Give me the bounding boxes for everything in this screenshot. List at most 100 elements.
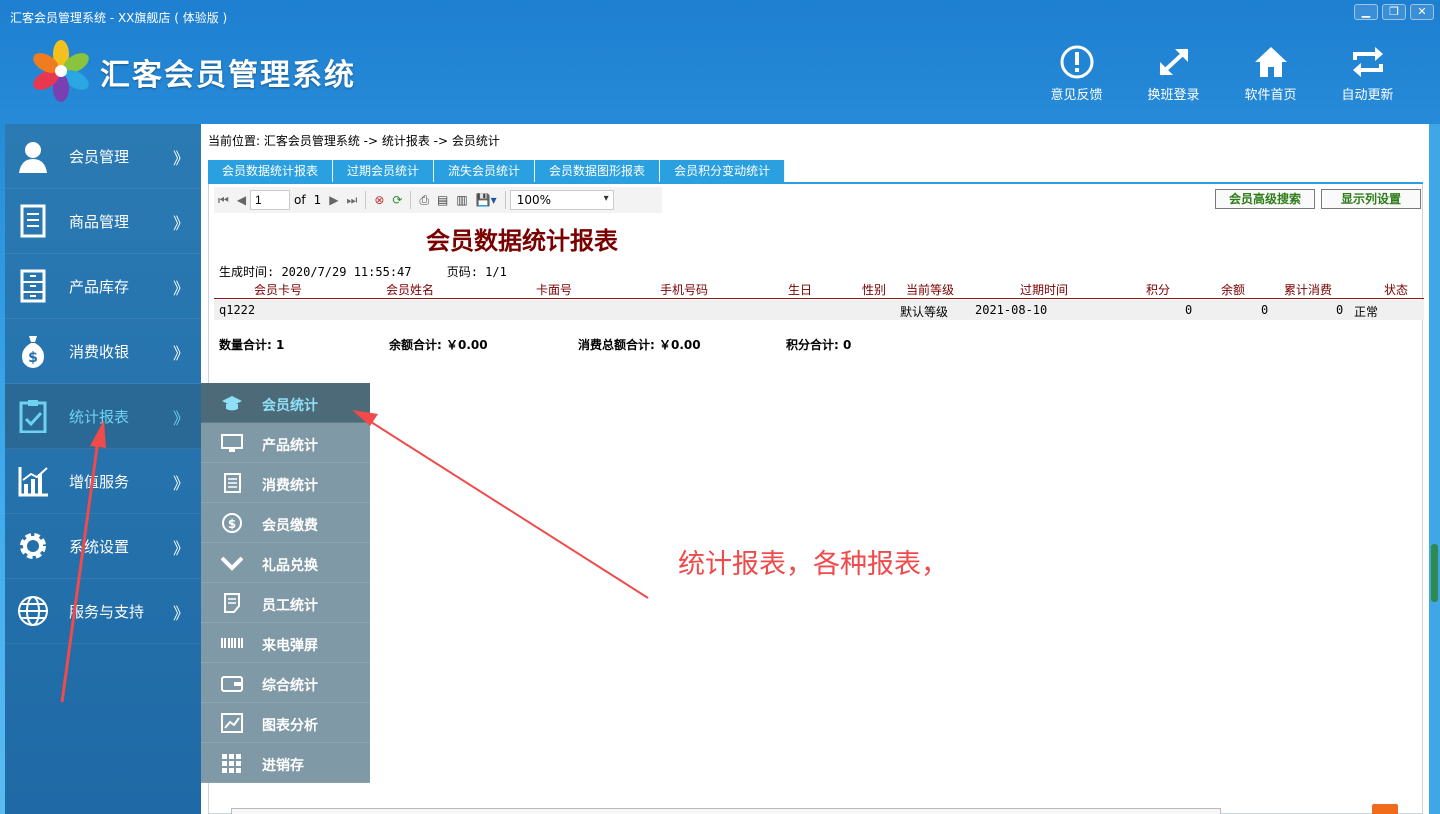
svg-text:$: $ — [28, 350, 38, 366]
home-label: 软件首页 — [1244, 88, 1297, 103]
total-points: 积分合计: 0 — [786, 338, 852, 352]
feedback-label: 意见反馈 — [1050, 88, 1103, 103]
page-setup-icon[interactable]: ▥ — [452, 193, 471, 207]
shift-login-button[interactable]: 换班登录 — [1125, 44, 1222, 103]
submenu-item-comprehensive-stats[interactable]: 综合统计 — [201, 663, 370, 703]
sidebar-item-reports[interactable]: 统计报表 》 — [5, 384, 201, 449]
user-icon — [19, 142, 47, 173]
chevron-right-icon: 》 — [172, 279, 189, 298]
sidebar-item-label: 消费收银 — [69, 343, 130, 361]
main-content: 当前位置: 汇客会员管理系统 -> 统计报表 -> 会员统计 会员数据统计报表 … — [201, 124, 1429, 814]
feedback-button[interactable]: 意见反馈 — [1028, 44, 1125, 103]
sidebar-item-member[interactable]: 会员管理 》 — [5, 124, 201, 189]
sidebar-item-support[interactable]: 服务与支持 》 — [5, 579, 201, 644]
stop-icon[interactable]: ⊗ — [370, 193, 388, 207]
submenu-item-gift-exchange[interactable]: 礼品兑换 — [201, 543, 370, 583]
note-icon — [224, 593, 240, 613]
col-total-consumption: 累计消费 — [1284, 283, 1333, 297]
sidebar-item-cashier[interactable]: $ 消费收银 》 — [5, 319, 201, 384]
cell-balance: 0 — [1261, 303, 1269, 317]
close-button[interactable]: ✕ — [1410, 4, 1434, 20]
tab-points-change[interactable]: 会员积分变动统计 — [660, 160, 786, 182]
minimize-button[interactable]: ▁ — [1354, 4, 1378, 20]
tab-lost-members[interactable]: 流失会员统计 — [434, 160, 536, 182]
col-birthday: 生日 — [788, 283, 813, 297]
submenu-item-label: 消费统计 — [262, 478, 318, 494]
page-number-input[interactable] — [250, 190, 291, 210]
grid-icon — [222, 754, 241, 773]
vertical-scrollbar[interactable] — [1429, 124, 1440, 814]
auto-update-label: 自动更新 — [1341, 88, 1394, 103]
refresh-icon — [1352, 47, 1383, 77]
cell-level: 默认等级 — [900, 305, 949, 319]
window-title-bar: 汇客会员管理系统 - XX旗舰店 ( 体验版 ) ▁ ❐ ✕ — [0, 0, 1440, 34]
horizontal-scrollbar[interactable] — [231, 808, 1221, 814]
chart-growth-icon — [18, 467, 48, 497]
prev-page-icon[interactable]: ◀ — [233, 193, 250, 207]
check-chevron-icon — [221, 556, 243, 571]
of-label: of — [294, 193, 306, 207]
submenu-item-label: 会员统计 — [262, 398, 318, 414]
chevron-right-icon: 》 — [172, 409, 189, 428]
cell-status: 正常 — [1354, 305, 1379, 319]
globe-icon — [18, 596, 48, 626]
app-title: 汇客会员管理系统 — [100, 58, 356, 93]
flower-logo-icon — [33, 40, 89, 102]
total-count: 数量合计: 1 — [219, 338, 285, 352]
save-export-icon[interactable]: 💾▾ — [472, 193, 501, 207]
report-toolbar: ⏮ ◀ of 1 ▶ ⏭ ⊗ ⟳ ⎙ ▤ ▥ 💾▾ 100% — [214, 187, 662, 213]
col-phone: 手机号码 — [660, 283, 709, 297]
next-page-icon[interactable]: ▶ — [325, 193, 342, 207]
auto-update-button[interactable]: 自动更新 — [1319, 44, 1416, 103]
total-balance: 余额合计: ￥0.00 — [389, 338, 488, 352]
chevron-right-icon: 》 — [172, 214, 189, 233]
column-settings-button[interactable]: 显示列设置 — [1321, 189, 1421, 209]
refresh-icon[interactable]: ⟳ — [388, 193, 406, 207]
submenu-item-label: 产品统计 — [262, 438, 318, 454]
sidebar-item-settings[interactable]: 系统设置 》 — [5, 514, 201, 579]
line-chart-icon — [221, 713, 243, 733]
last-page-icon[interactable]: ⏭ — [343, 193, 362, 208]
first-page-icon[interactable]: ⏮ — [214, 193, 233, 208]
submenu-item-caller-popup[interactable]: 来电弹屏 — [201, 623, 370, 663]
gear-icon — [20, 533, 46, 559]
sidebar-item-value-added[interactable]: 增值服务 》 — [5, 449, 201, 514]
print-icon[interactable]: ⎙ — [415, 193, 433, 208]
tab-member-graph-report[interactable]: 会员数据图形报表 — [535, 160, 661, 182]
sidebar-item-label: 产品库存 — [69, 278, 130, 296]
col-level: 当前等级 — [906, 283, 955, 297]
zoom-select[interactable]: 100% — [509, 190, 614, 210]
barcode-icon — [221, 638, 243, 648]
cabinet-icon — [20, 269, 46, 303]
graduation-cap-icon — [222, 396, 242, 411]
submenu-item-inventory[interactable]: 进销存 — [201, 743, 370, 783]
sidebar-item-inventory[interactable]: 产品库存 》 — [5, 254, 201, 319]
submenu-item-product-stats[interactable]: 产品统计 — [201, 423, 370, 463]
toolbar-divider — [504, 191, 506, 209]
advanced-search-button[interactable]: 会员高级搜索 — [1215, 189, 1315, 209]
swap-arrows-icon — [1159, 48, 1188, 76]
money-bag-icon: $ — [22, 336, 44, 368]
toolbar-divider — [410, 191, 412, 209]
submenu-item-consumption-stats[interactable]: 消费统计 — [201, 463, 370, 503]
submenu-item-chart-analysis[interactable]: 图表分析 — [201, 703, 370, 743]
submenu-item-label: 进销存 — [262, 758, 304, 774]
sidebar-item-goods[interactable]: 商品管理 》 — [5, 189, 201, 254]
scrollbar-thumb[interactable] — [1431, 544, 1438, 602]
sidebar-item-label: 商品管理 — [69, 213, 130, 231]
page-layout-icon[interactable]: ▤ — [433, 193, 452, 207]
submenu-item-member-stats[interactable]: 会员统计 — [201, 383, 370, 423]
table-row[interactable]: q1222 默认等级 2021-08-10 0 0 0 正常 — [214, 300, 1424, 320]
home-button[interactable]: 软件首页 — [1222, 44, 1319, 103]
corner-logo-icon — [1372, 804, 1398, 814]
page-indicator: 页码: 1/1 — [446, 265, 507, 279]
submenu-item-label: 会员缴费 — [262, 518, 318, 534]
report-tabs: 会员数据统计报表 过期会员统计 流失会员统计 会员数据图形报表 会员积分变动统计 — [208, 160, 786, 182]
tab-expired-members[interactable]: 过期会员统计 — [333, 160, 435, 182]
generated-time: 生成时间: 2020/7/29 11:55:47 — [219, 265, 412, 279]
submenu-item-member-payment[interactable]: $ 会员缴费 — [201, 503, 370, 543]
submenu-item-label: 来电弹屏 — [262, 638, 318, 654]
tab-member-data-report[interactable]: 会员数据统计报表 — [208, 160, 334, 182]
submenu-item-staff-stats[interactable]: 员工统计 — [201, 583, 370, 623]
maximize-button[interactable]: ❐ — [1382, 4, 1406, 20]
